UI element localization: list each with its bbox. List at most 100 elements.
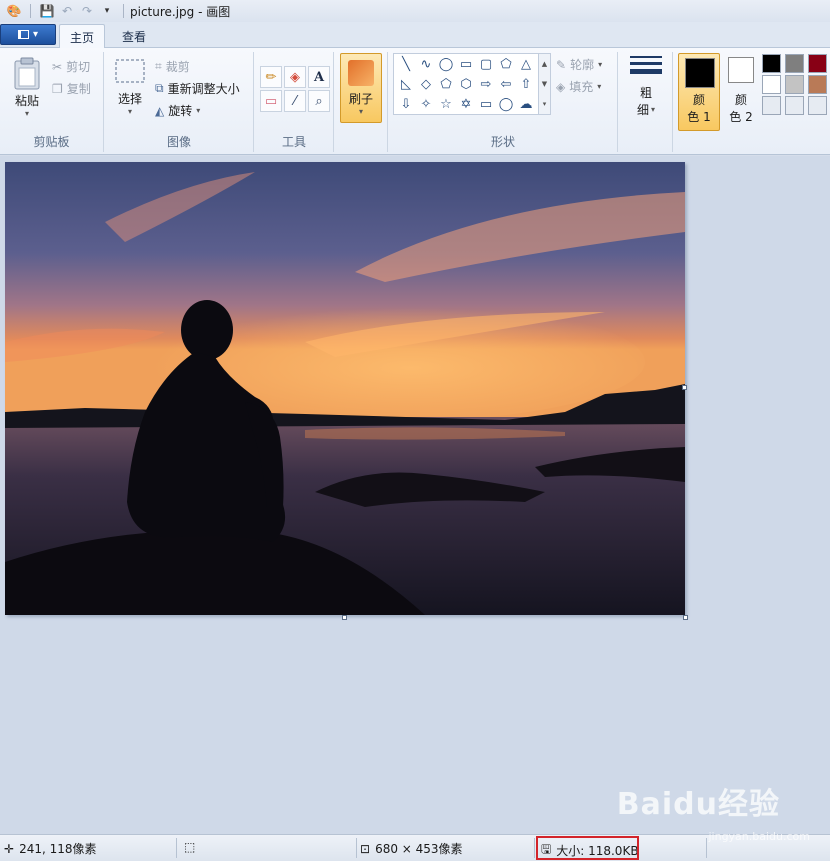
paste-button[interactable]: 粘贴 ▾	[10, 56, 44, 118]
redo-icon[interactable]: ↷	[77, 1, 97, 21]
scroll-down-icon[interactable]: ▼	[542, 80, 547, 88]
up-arrow-shape-icon[interactable]: ⇧	[516, 74, 536, 94]
rotate-label: 旋转	[168, 104, 193, 118]
down-arrow-shape-icon[interactable]: ⇩	[396, 94, 416, 114]
magnifier-icon[interactable]: ⌕	[308, 90, 330, 112]
ribbon: 粘贴 ▾ ✂ 剪切 ❐ 复制 剪贴板 选择 ▾ ⌗ 裁剪 ⧉ 重新调整大小 ◭ …	[0, 48, 830, 155]
window-title: picture.jpg - 画图	[130, 4, 231, 19]
palette-swatch[interactable]	[762, 75, 781, 94]
cut-button[interactable]: ✂ 剪切	[52, 58, 90, 75]
color-picker-icon[interactable]: ⁄	[284, 90, 306, 112]
left-arrow-shape-icon[interactable]: ⇦	[496, 74, 516, 94]
chevron-down-icon: ▾	[597, 82, 602, 91]
clipboard-group-label: 剪贴板	[33, 135, 70, 149]
palette-swatch[interactable]	[785, 54, 804, 73]
rotate-button[interactable]: ◭ 旋转 ▾	[155, 102, 200, 119]
file-size-highlight-box	[536, 836, 639, 860]
paint-menu-button[interactable]: ▾	[0, 24, 56, 45]
canvas-area[interactable]	[0, 156, 830, 834]
palette-swatch[interactable]	[808, 54, 827, 73]
color2-label-bottom: 色 2	[729, 110, 753, 124]
chevron-down-icon: ▾	[24, 109, 29, 118]
outline-button[interactable]: ✎ 轮廓 ▾	[556, 56, 602, 73]
image-size-text: 680 × 453像素	[375, 842, 463, 856]
scroll-up-icon[interactable]: ▲	[542, 60, 547, 68]
fill-button[interactable]: ◈ 填充 ▾	[556, 78, 601, 95]
chevron-down-icon: ▾	[598, 60, 603, 69]
curve-shape-icon[interactable]: ∿	[416, 54, 436, 74]
size-group	[619, 52, 673, 152]
divider	[356, 838, 357, 858]
paste-label: 粘贴	[14, 94, 39, 108]
color1-label-bottom: 色 1	[687, 110, 711, 124]
palette-swatch[interactable]	[785, 96, 804, 115]
fill-bucket-icon[interactable]: ◈	[284, 66, 306, 88]
canvas-image[interactable]	[5, 162, 685, 615]
rectangle-shape-icon[interactable]: ▭	[456, 54, 476, 74]
tab-home[interactable]: 主页	[59, 24, 106, 49]
triangle-shape-icon[interactable]: △	[516, 54, 536, 74]
four-point-star-icon[interactable]: ✧	[416, 94, 436, 114]
right-triangle-shape-icon[interactable]: ◺	[396, 74, 416, 94]
fill-icon: ◈	[556, 79, 566, 94]
tools-group-label: 工具	[281, 135, 306, 149]
color2-swatch[interactable]	[728, 57, 754, 83]
customize-dropdown-icon[interactable]: ▾	[97, 1, 117, 21]
pentagon-shape-icon[interactable]: ⬠	[436, 74, 456, 94]
undo-icon[interactable]: ↶	[57, 1, 77, 21]
tab-view[interactable]: 查看	[112, 24, 156, 49]
sunset-silhouette-photo	[5, 162, 685, 615]
six-point-star-icon[interactable]: ✡	[456, 94, 476, 114]
palette-swatch[interactable]	[762, 54, 781, 73]
eraser-icon[interactable]: ▭	[260, 90, 282, 112]
outline-icon: ✎	[556, 57, 567, 72]
color1-swatch	[685, 58, 715, 88]
pencil-icon[interactable]: ✏	[260, 66, 282, 88]
tools-grid: ✏ ◈ A ▭ ⁄ ⌕	[260, 66, 330, 112]
resize-handle-bottom[interactable]	[342, 615, 347, 620]
resize-handle-right[interactable]	[682, 385, 687, 390]
chevron-down-icon: ▾	[196, 106, 201, 115]
copy-icon: ❐	[52, 81, 63, 96]
resize-handle-corner[interactable]	[683, 615, 688, 620]
cursor-position: ✛ 241, 118像素	[4, 840, 97, 857]
image-group: 选择 ▾ ⌗ 裁剪 ⧉ 重新调整大小 ◭ 旋转 ▾ 图像	[105, 52, 254, 152]
palette-swatch[interactable]	[785, 75, 804, 94]
select-rect-icon	[115, 59, 145, 83]
cursor-position-text: 241, 118像素	[19, 842, 97, 856]
crosshair-icon: ✛	[4, 841, 15, 856]
image-size-icon: ⊡	[360, 841, 371, 856]
right-arrow-shape-icon[interactable]: ⇨	[476, 74, 496, 94]
select-button[interactable]: 选择 ▾	[113, 58, 147, 116]
copy-label: 复制	[66, 82, 91, 96]
palette-swatch[interactable]	[808, 96, 827, 115]
rect-callout-icon[interactable]: ▭	[476, 94, 496, 114]
copy-button[interactable]: ❐ 复制	[52, 80, 91, 97]
palette-swatch[interactable]	[762, 96, 781, 115]
diamond-shape-icon[interactable]: ◇	[416, 74, 436, 94]
crop-button[interactable]: ⌗ 裁剪	[155, 58, 190, 75]
expand-gallery-icon[interactable]: ▾	[543, 100, 547, 108]
rounded-rectangle-shape-icon[interactable]: ▢	[476, 54, 496, 74]
color1-label: 颜 色 1	[678, 92, 720, 126]
save-icon[interactable]: 💾	[37, 1, 57, 21]
oval-callout-icon[interactable]: ◯	[496, 94, 516, 114]
color2-label[interactable]: 颜 色 2	[720, 92, 762, 126]
scissors-icon: ✂	[52, 59, 63, 74]
ribbon-tab-row: ▾ 主页 查看	[0, 22, 830, 49]
oval-shape-icon[interactable]: ◯	[436, 54, 456, 74]
five-point-star-icon[interactable]: ☆	[436, 94, 456, 114]
paint-app-icon[interactable]: 🎨	[4, 1, 24, 21]
fill-label: 填充	[569, 80, 594, 94]
text-tool-icon[interactable]: A	[308, 66, 330, 88]
cloud-callout-icon[interactable]: ☁	[516, 94, 536, 114]
palette-swatch[interactable]	[808, 75, 827, 94]
hexagon-shape-icon[interactable]: ⬡	[456, 74, 476, 94]
resize-button[interactable]: ⧉ 重新调整大小	[155, 80, 240, 97]
line-shape-icon[interactable]: ╲	[396, 54, 416, 74]
shapes-group-label: 形状	[490, 135, 515, 149]
select-label: 选择	[117, 92, 142, 106]
shapes-scrollbar[interactable]: ▲ ▼ ▾	[538, 54, 550, 114]
color2-label-top: 颜	[734, 93, 747, 107]
polygon-shape-icon[interactable]: ⬠	[496, 54, 516, 74]
